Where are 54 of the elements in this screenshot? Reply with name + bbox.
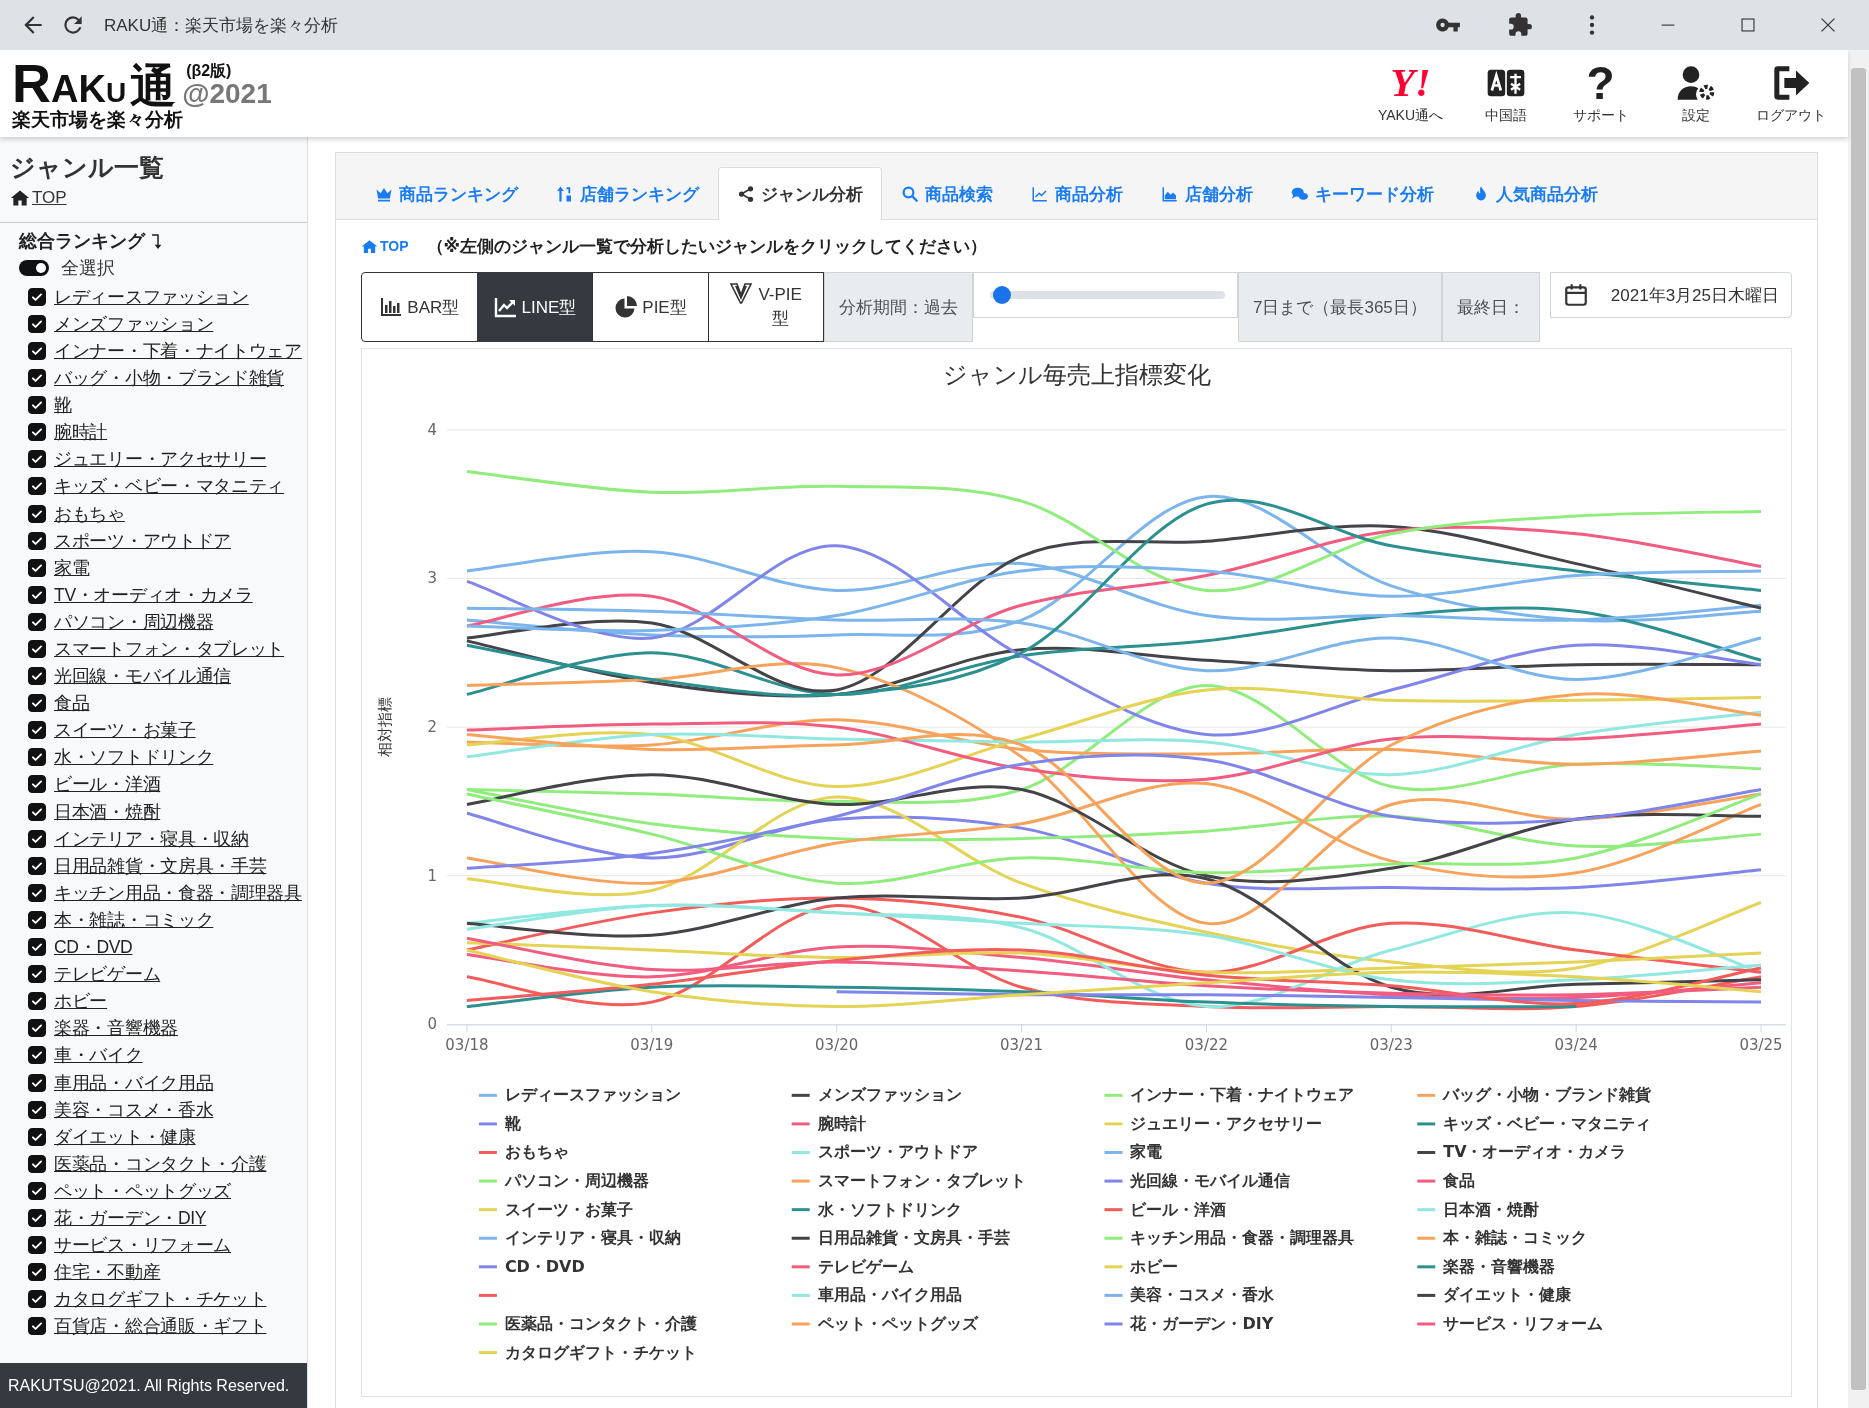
legend-label: 食品 bbox=[1442, 1171, 1476, 1191]
legend-label: 楽器・音響機器 bbox=[1442, 1256, 1556, 1276]
legend-label: 美容・コスメ・香水 bbox=[1129, 1285, 1276, 1305]
last-date-label: 最終日： bbox=[1441, 272, 1540, 342]
year-label: @2021 bbox=[182, 79, 272, 110]
instruction-text: （※左側のジャンル一覧で分析したいジャンルをクリックしてください） bbox=[426, 235, 988, 258]
legend-label: 花・ガーデン・DIY bbox=[1129, 1313, 1274, 1333]
nav-label: YAKU通へ bbox=[1377, 106, 1444, 125]
tagline: 楽天市場を楽々分析 bbox=[12, 110, 184, 131]
legend-label: 日本酒・焼酎 bbox=[1443, 1199, 1540, 1219]
chart-title: ジャンル毎売上指標変化 bbox=[942, 360, 1211, 389]
legend-label: ダイエット・健康 bbox=[1443, 1285, 1573, 1305]
legend-label: 腕時計 bbox=[816, 1113, 866, 1133]
nav-label: サポート bbox=[1572, 106, 1629, 125]
tick-label: 03/18 bbox=[445, 1036, 489, 1055]
help-icon: ? bbox=[1586, 62, 1615, 103]
period-label: 分析期間：過去 bbox=[824, 272, 974, 342]
legend-label: CD・DVD bbox=[504, 1256, 585, 1276]
tick-label: 03/20 bbox=[815, 1036, 859, 1055]
legend-label: メンズファッション bbox=[817, 1085, 962, 1105]
axis-title: 相対指標 bbox=[376, 697, 394, 758]
logo-text: RAKU通 bbox=[12, 56, 177, 111]
tick-label: 03/22 bbox=[1184, 1036, 1228, 1055]
logo-icon: Y! bbox=[1390, 62, 1431, 103]
sidebar-title: ジャンル一覧 bbox=[10, 152, 165, 183]
legend-label: 医薬品・コンタクト・介護 bbox=[504, 1313, 697, 1333]
tick-label: 4 bbox=[427, 420, 437, 439]
legend-label: ビール・洋酒 bbox=[1130, 1199, 1227, 1219]
period-suffix: 7日まで（最長365日） bbox=[1238, 272, 1442, 342]
legend-label: スイーツ・お菓子 bbox=[504, 1199, 633, 1219]
toggle-label: 全選択 bbox=[61, 256, 115, 280]
edition-label: (β2版) bbox=[186, 61, 233, 80]
tick-label: 03/24 bbox=[1554, 1036, 1598, 1055]
legend-label: 靴 bbox=[503, 1113, 522, 1133]
legend-label: テレビゲーム bbox=[817, 1256, 914, 1276]
tick-label: 1 bbox=[427, 866, 437, 885]
page-title: RAKU通：楽天市場を楽々分析 bbox=[104, 14, 339, 37]
nav-label: 設定 bbox=[1681, 106, 1710, 125]
tick-label: 2 bbox=[427, 718, 437, 737]
tick-label: 03/19 bbox=[630, 1036, 674, 1055]
tick-label: 0 bbox=[427, 1015, 437, 1034]
legend-label: おもちゃ bbox=[504, 1142, 569, 1162]
tick-label: 03/25 bbox=[1739, 1036, 1783, 1055]
section-title: 総合ランキング bbox=[19, 229, 145, 253]
legend-label: ペット・ペットグッズ bbox=[816, 1313, 979, 1333]
legend-label: 家電 bbox=[1129, 1142, 1163, 1162]
tick-label: 3 bbox=[427, 569, 437, 588]
legend-label: ホビー bbox=[1129, 1256, 1179, 1276]
nav-label: 中国語 bbox=[1484, 106, 1527, 125]
legend-label: サービス・リフォーム bbox=[1443, 1313, 1604, 1333]
tick-label: 03/21 bbox=[999, 1036, 1044, 1055]
footer: RAKUTSU@2021. All Rights Reserved. bbox=[0, 1363, 307, 1408]
nav-label: ログアウト bbox=[1755, 106, 1826, 125]
tick-label: 03/23 bbox=[1369, 1036, 1413, 1055]
